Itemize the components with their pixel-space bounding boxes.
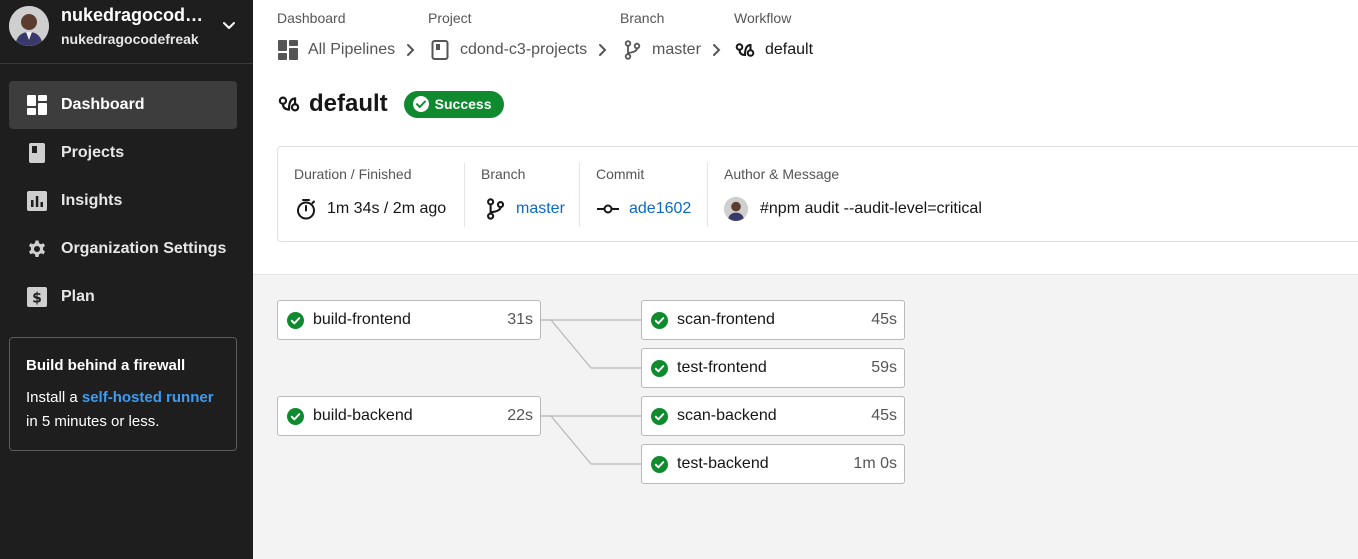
job-scan-backend[interactable]: scan-backend 45s [641, 396, 905, 436]
dashboard-icon [27, 95, 47, 115]
user-username: nukedragocodefreak [61, 31, 199, 47]
breadcrumb-caption: Project [428, 10, 472, 26]
branch-link[interactable]: master [516, 200, 565, 218]
promo-body: Install a self-hosted runner in 5 minute… [26, 386, 220, 434]
check-circle-icon [287, 408, 304, 425]
promo-text-before: Install a [26, 389, 82, 406]
job-test-backend[interactable]: test-backend 1m 0s [641, 444, 905, 484]
author-caption: Author & Message [724, 166, 840, 182]
commit-caption: Commit [596, 166, 645, 182]
author-avatar [724, 197, 748, 221]
workflow-name: default [309, 90, 388, 117]
workflow-info-card: Duration / Finished 1m 34s / 2m ago Bran… [277, 146, 1358, 242]
job-duration: 31s [507, 311, 533, 328]
sidebar-item-label: Dashboard [61, 96, 145, 113]
user-display-name: nukedragocodefreak [61, 5, 211, 25]
check-circle-icon [651, 360, 668, 377]
breadcrumb-caption: Dashboard [277, 10, 346, 26]
sidebar-item-label: Insights [61, 192, 123, 209]
gear-icon [29, 240, 45, 257]
job-name: test-frontend [677, 359, 767, 376]
breadcrumb-caption: Branch [620, 10, 665, 26]
job-test-frontend[interactable]: test-frontend 59s [641, 348, 905, 388]
insights-icon [27, 191, 47, 211]
sidebar-item-label: Projects [61, 144, 125, 161]
breadcrumb-project[interactable]: cdond-c3-projects [430, 39, 587, 61]
commit-row: ade1602 [597, 197, 691, 221]
job-name: scan-backend [677, 407, 777, 424]
breadcrumb-label: master [652, 41, 701, 58]
projects-icon [29, 143, 45, 163]
duration-caption: Duration / Finished [294, 166, 412, 182]
promo-title: Build behind a firewall [26, 357, 186, 374]
chevron-right-icon [599, 44, 607, 56]
breadcrumb-label: default [765, 41, 814, 58]
check-circle-icon [651, 408, 668, 425]
branch-icon [487, 198, 505, 220]
breadcrumb-branch[interactable]: master [622, 39, 701, 61]
duration-value: 1m 34s / 2m ago [327, 200, 447, 217]
sidebar-item-projects[interactable]: Projects [9, 129, 237, 177]
stopwatch-icon [297, 199, 315, 220]
duration-row: 1m 34s / 2m ago [295, 197, 446, 221]
commit-message: #npm audit --audit-level=critical [760, 200, 982, 217]
promo-text-after: in 5 minutes or less. [26, 413, 160, 430]
pipelines-icon [278, 40, 298, 60]
workflow-icon [735, 43, 755, 57]
main-content: Dashboard All Pipelines Project cdond-c3… [253, 0, 1358, 559]
job-build-backend[interactable]: build-backend 22s [277, 396, 541, 436]
divider [707, 163, 708, 227]
status-badge: Success [403, 90, 504, 118]
breadcrumb-label: All Pipelines [308, 41, 396, 58]
sidebar-item-organization-settings[interactable]: Organization Settings [9, 225, 237, 273]
sidebar-item-label: Plan [61, 288, 95, 305]
breadcrumb-label: cdond-c3-projects [460, 41, 588, 58]
breadcrumb-all-pipelines[interactable]: All Pipelines [278, 39, 395, 61]
breadcrumb-caption: Workflow [734, 10, 792, 26]
job-duration: 45s [871, 311, 897, 328]
project-icon [431, 40, 449, 60]
self-hosted-runner-link[interactable]: self-hosted runner [82, 389, 214, 406]
avatar [9, 6, 49, 46]
check-circle-icon [651, 456, 668, 473]
job-duration: 1m 0s [853, 455, 897, 472]
branch-icon [624, 40, 641, 60]
check-circle-icon [287, 312, 304, 329]
dollar-icon: $ [27, 287, 47, 307]
sidebar-item-dashboard[interactable]: Dashboard [9, 81, 237, 129]
job-scan-frontend[interactable]: scan-frontend 45s [641, 300, 905, 340]
author-row: #npm audit --audit-level=critical [724, 197, 982, 221]
commit-link[interactable]: ade1602 [629, 200, 691, 218]
chevron-down-icon[interactable] [220, 16, 238, 34]
job-duration: 59s [871, 359, 897, 376]
chevron-right-icon [713, 44, 721, 56]
check-circle-icon [412, 96, 429, 112]
job-name: build-backend [313, 407, 413, 424]
promo-card: Build behind a firewall Install a self-h… [9, 337, 237, 451]
branch-caption: Branch [481, 166, 526, 182]
divider [579, 163, 580, 227]
branch-row: master [484, 197, 565, 221]
user-menu[interactable]: nukedragocodefreak nukedragocodefreak [0, 0, 253, 64]
divider [464, 163, 465, 227]
svg-text:$: $ [32, 291, 42, 307]
job-build-frontend[interactable]: build-frontend 31s [277, 300, 541, 340]
job-duration: 22s [507, 407, 533, 424]
status-text: Success [434, 96, 492, 112]
job-name: scan-frontend [677, 311, 775, 328]
check-circle-icon [651, 312, 668, 329]
chevron-right-icon [407, 44, 415, 56]
workflow-icon [278, 96, 300, 112]
breadcrumb-workflow[interactable]: default [735, 39, 813, 61]
sidebar-item-plan[interactable]: $ Plan [9, 273, 237, 321]
sidebar: nukedragocodefreak nukedragocodefreak Da… [0, 0, 253, 559]
job-name: build-frontend [313, 311, 411, 328]
commit-icon [597, 204, 619, 214]
job-duration: 45s [871, 407, 897, 424]
job-name: test-backend [677, 455, 769, 472]
sidebar-item-insights[interactable]: Insights [9, 177, 237, 225]
page-title: default Success [278, 88, 504, 120]
sidebar-item-label: Organization Settings [61, 240, 227, 257]
workflow-header: Dashboard All Pipelines Project cdond-c3… [253, 0, 1358, 275]
